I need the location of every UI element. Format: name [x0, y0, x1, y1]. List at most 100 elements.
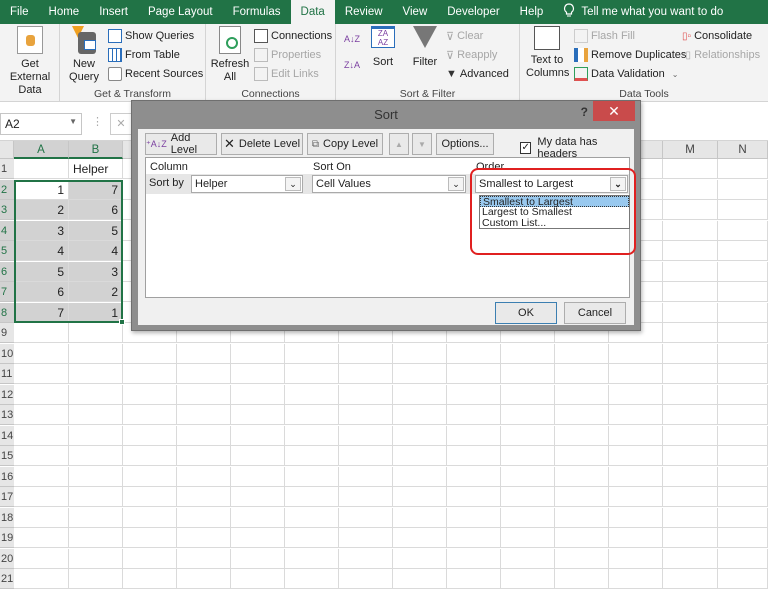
- cell[interactable]: [501, 487, 555, 507]
- cell[interactable]: [339, 528, 393, 548]
- cell[interactable]: [609, 446, 663, 466]
- cell[interactable]: [393, 487, 447, 507]
- cell[interactable]: [555, 466, 609, 487]
- cell[interactable]: [718, 528, 768, 548]
- cell[interactable]: [393, 466, 447, 487]
- tab-data[interactable]: Data: [290, 0, 335, 24]
- cell[interactable]: [447, 343, 501, 364]
- cell[interactable]: 7: [14, 302, 69, 323]
- sort-a-z-button[interactable]: A↓Z: [344, 30, 360, 48]
- column-select[interactable]: Helper ⌄: [191, 175, 303, 193]
- options-button[interactable]: Options...: [436, 133, 494, 155]
- cell[interactable]: [69, 446, 123, 466]
- cell[interactable]: [69, 569, 123, 589]
- relationships-button[interactable]: ▫▯ Relationships: [682, 46, 760, 64]
- cell[interactable]: [393, 343, 447, 364]
- cancel-button[interactable]: Cancel: [564, 302, 626, 324]
- cell[interactable]: [663, 364, 718, 384]
- cell[interactable]: [663, 466, 718, 487]
- cell[interactable]: [177, 487, 231, 507]
- column-header-b[interactable]: B: [69, 141, 123, 159]
- cell[interactable]: 1: [14, 179, 69, 200]
- cell[interactable]: [14, 364, 69, 384]
- cell[interactable]: [285, 384, 339, 405]
- cell[interactable]: [609, 487, 663, 507]
- cell[interactable]: [501, 569, 555, 589]
- cell[interactable]: [393, 405, 447, 425]
- cell[interactable]: [393, 446, 447, 466]
- tell-me-box[interactable]: Tell me what you want to do: [553, 3, 723, 21]
- cell[interactable]: [718, 446, 768, 466]
- flash-fill-button[interactable]: Flash Fill: [574, 27, 635, 45]
- cell[interactable]: [555, 548, 609, 569]
- row-header[interactable]: 11: [0, 364, 14, 384]
- cell[interactable]: 4: [14, 241, 69, 261]
- cell[interactable]: [177, 466, 231, 487]
- cell[interactable]: [285, 466, 339, 487]
- cell[interactable]: [69, 528, 123, 548]
- cell[interactable]: [663, 282, 718, 302]
- row-header[interactable]: 7: [0, 282, 14, 302]
- edit-links-button[interactable]: Edit Links: [254, 65, 319, 83]
- cell[interactable]: [718, 323, 768, 343]
- cell[interactable]: [14, 528, 69, 548]
- cell[interactable]: [555, 569, 609, 589]
- cell[interactable]: [447, 384, 501, 405]
- tab-view[interactable]: View: [393, 0, 438, 24]
- tab-formulas[interactable]: Formulas: [223, 0, 291, 24]
- new-query-button[interactable]: New Query: [66, 26, 102, 84]
- show-queries-button[interactable]: Show Queries: [108, 27, 194, 45]
- cell[interactable]: [231, 364, 285, 384]
- cell[interactable]: [609, 364, 663, 384]
- tab-review[interactable]: Review: [335, 0, 393, 24]
- get-external-data-button[interactable]: Get External Data: [4, 26, 56, 97]
- cell[interactable]: [447, 364, 501, 384]
- cell[interactable]: 5: [69, 220, 123, 241]
- cell[interactable]: [123, 569, 177, 589]
- cell[interactable]: [177, 548, 231, 569]
- sort-z-a-button[interactable]: Z↓A: [344, 56, 360, 74]
- cell[interactable]: [718, 220, 768, 241]
- cell[interactable]: [14, 159, 69, 179]
- cell[interactable]: [285, 364, 339, 384]
- fill-handle[interactable]: [119, 319, 125, 325]
- tab-home[interactable]: Home: [39, 0, 90, 24]
- cell[interactable]: [123, 446, 177, 466]
- cell[interactable]: [231, 548, 285, 569]
- cell[interactable]: [339, 364, 393, 384]
- cell[interactable]: [718, 569, 768, 589]
- cell[interactable]: [231, 466, 285, 487]
- add-level-button[interactable]: ⁺A↓Z Add Level: [145, 132, 217, 156]
- cell[interactable]: [123, 343, 177, 364]
- refresh-all-button[interactable]: Refresh All: [210, 26, 250, 84]
- cell[interactable]: [718, 364, 768, 384]
- row-header[interactable]: 20: [0, 548, 14, 569]
- cell[interactable]: [555, 343, 609, 364]
- tab-file[interactable]: File: [0, 0, 39, 24]
- cell[interactable]: [555, 487, 609, 507]
- cell[interactable]: 6: [14, 282, 69, 302]
- cell[interactable]: [718, 159, 768, 179]
- cell[interactable]: [14, 384, 69, 405]
- cell[interactable]: [339, 405, 393, 425]
- cell[interactable]: [231, 343, 285, 364]
- cell[interactable]: [663, 261, 718, 282]
- row-header[interactable]: 3: [0, 200, 14, 220]
- cell[interactable]: 4: [69, 241, 123, 261]
- cell[interactable]: [231, 487, 285, 507]
- cell[interactable]: [14, 323, 69, 343]
- cell[interactable]: [231, 384, 285, 405]
- cell[interactable]: [69, 323, 123, 343]
- cell[interactable]: [447, 405, 501, 425]
- cell[interactable]: 5: [14, 261, 69, 282]
- cell[interactable]: [663, 220, 718, 241]
- cell[interactable]: [501, 384, 555, 405]
- cell[interactable]: [718, 466, 768, 487]
- cell[interactable]: [123, 466, 177, 487]
- select-all-corner[interactable]: [0, 141, 14, 159]
- cell[interactable]: 3: [14, 220, 69, 241]
- properties-button[interactable]: Properties: [254, 46, 321, 64]
- cell[interactable]: [14, 343, 69, 364]
- row-header[interactable]: 5: [0, 241, 14, 261]
- cell[interactable]: [718, 405, 768, 425]
